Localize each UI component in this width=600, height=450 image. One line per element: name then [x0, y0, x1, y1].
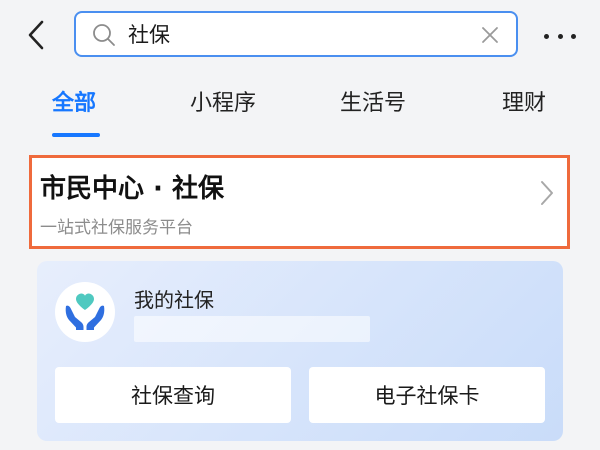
more-options-button[interactable]	[544, 30, 576, 42]
back-button[interactable]	[22, 19, 50, 51]
search-input[interactable]: 社保	[74, 11, 518, 57]
search-query-text: 社保	[128, 23, 170, 47]
search-icon	[93, 24, 115, 46]
search-result-item[interactable]: 市民中心 · 社保 一站式社保服务平台	[29, 155, 570, 249]
close-icon[interactable]	[480, 25, 500, 45]
service-logo	[55, 282, 115, 342]
tab-wealth[interactable]: 理财	[502, 89, 546, 119]
top-bar: 社保	[0, 0, 600, 75]
heart-hands-icon	[65, 293, 105, 330]
tab-life-accounts[interactable]: 生活号	[340, 89, 406, 119]
search-results-page: 社保 全部 小程序 生活号 理财 市民中心 · 社保 一站式社保服务平台 我的社…	[0, 0, 600, 450]
more-dots-icon	[544, 33, 549, 39]
more-dots-icon	[557, 33, 563, 39]
service-title: 我的社保	[134, 288, 214, 312]
chevron-right-icon	[541, 181, 553, 205]
tab-all[interactable]: 全部	[52, 89, 96, 119]
info-placeholder	[134, 316, 370, 342]
social-security-query-button[interactable]: 社保查询	[55, 367, 291, 423]
active-tab-indicator	[52, 133, 100, 137]
social-security-service-card: 我的社保 社保查询 电子社保卡	[37, 261, 563, 441]
more-dots-icon	[571, 33, 576, 39]
result-subtitle: 一站式社保服务平台	[40, 218, 193, 238]
result-title: 市民中心 · 社保	[40, 174, 224, 204]
e-social-security-card-button[interactable]: 电子社保卡	[309, 367, 545, 423]
chevron-left-icon	[28, 20, 44, 50]
tab-mini-programs[interactable]: 小程序	[190, 89, 256, 119]
